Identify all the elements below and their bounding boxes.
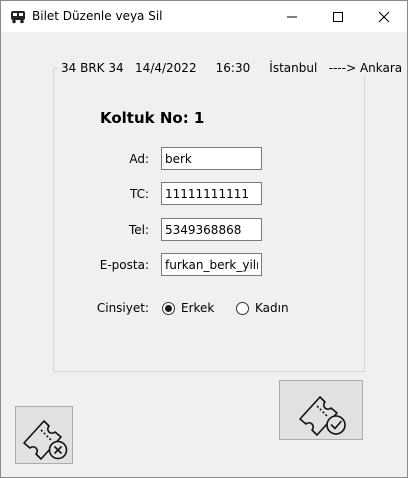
radio-selected-icon[interactable] [162,301,175,315]
gender-label: Cinsiyet: [96,301,149,315]
tc-input[interactable] [161,182,262,205]
phone-input[interactable] [161,218,262,241]
window-title: Bilet Düzenle veya Sil [32,9,163,23]
edit-ticket-window: Bilet Düzenle veya Sil 34 BRK 34 14/4/20… [0,0,408,478]
email-label: E-posta: [99,258,149,272]
bus-icon [10,10,26,24]
name-label: Ad: [129,152,149,166]
title-bar[interactable]: Bilet Düzenle veya Sil [1,1,407,32]
gender-option-male-label: Erkek [181,301,215,315]
delete-ticket-button[interactable] [15,406,73,464]
gender-radio-male[interactable]: Erkek [162,301,214,315]
name-input[interactable] [161,147,262,170]
close-icon [378,11,390,23]
ticket-delete-icon [23,420,68,460]
minimize-button[interactable] [269,1,315,32]
phone-label: Tel: [128,223,149,237]
trip-info-caption: 34 BRK 34 14/4/2022 16:30 İstanbul ---->… [58,61,406,75]
close-button[interactable] [361,1,407,32]
gender-radio-female[interactable]: Kadın [236,301,289,315]
maximize-button[interactable] [315,1,361,32]
email-input[interactable] [161,253,262,276]
tc-label: TC: [129,187,149,201]
radio-unselected-icon[interactable] [236,301,249,315]
save-ticket-button[interactable] [279,380,363,440]
gender-option-female-label: Kadın [255,301,289,315]
seat-number-heading: Koltuk No: 1 [100,109,205,127]
maximize-icon [333,12,343,22]
ticket-check-icon [299,396,346,436]
minimize-icon [287,16,297,18]
